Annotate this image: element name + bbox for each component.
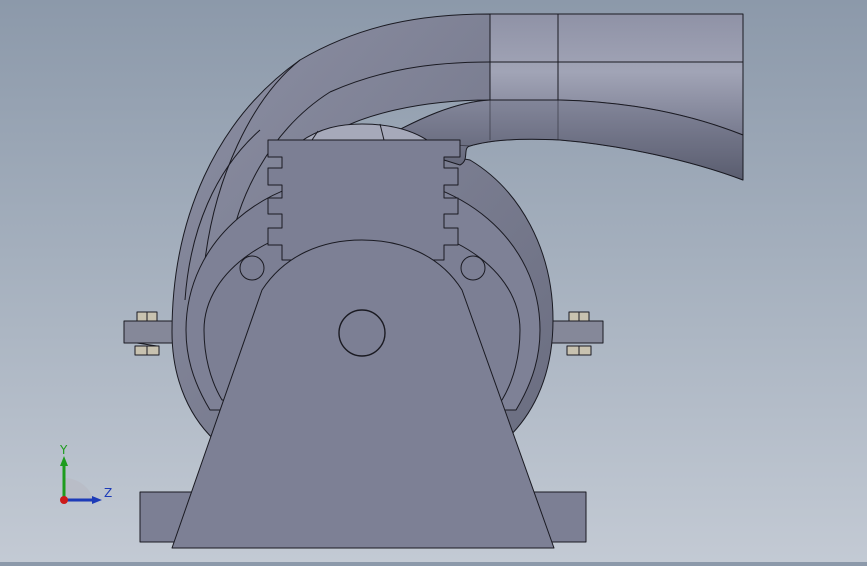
- shaft-hub[interactable]: [338, 309, 386, 357]
- cad-viewport[interactable]: Y Z: [0, 0, 867, 562]
- model-canvas[interactable]: [0, 0, 867, 562]
- y-axis-label: Y: [59, 443, 68, 457]
- axis-triad: Y Z: [59, 443, 112, 504]
- triad-quadrant: [64, 478, 94, 502]
- right-flange[interactable]: [544, 311, 604, 356]
- z-axis-label: Z: [104, 486, 112, 500]
- bolt-hole-right[interactable]: [460, 255, 486, 281]
- bolt-hole-left[interactable]: [239, 255, 265, 281]
- x-axis-dot: [60, 496, 68, 504]
